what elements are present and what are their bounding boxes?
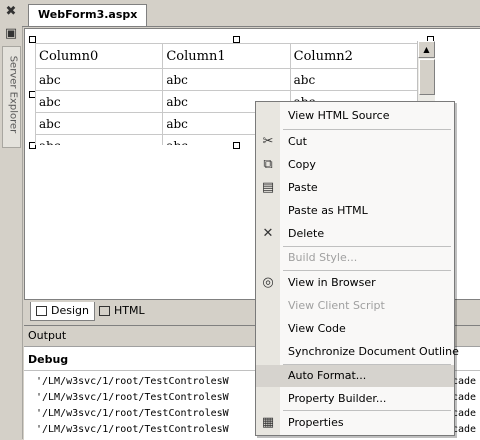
menu-item-view-html-source[interactable]: View HTML Source <box>256 105 454 127</box>
output-line: '/LM/w3svc/1/root/TestControlesW <box>36 424 229 435</box>
scroll-thumb[interactable] <box>419 59 435 95</box>
server-explorer-tab[interactable]: Server Explorer <box>2 46 21 148</box>
menu-item-label: Auto Format... <box>288 369 367 382</box>
output-line: '/LM/w3svc/1/root/TestControlesW <box>36 408 229 419</box>
menu-separator <box>283 270 451 271</box>
menu-item-synchronize-outline[interactable]: Synchronize Document Outline <box>256 341 459 363</box>
grid-header-cell: Column2 <box>289 43 418 69</box>
grid-header-cell: Column0 <box>35 43 164 69</box>
output-line: '/LM/w3svc/1/root/TestControlesW <box>36 392 229 403</box>
properties-icon: ▦ <box>261 415 275 430</box>
menu-item-label: View Code <box>288 322 346 335</box>
output-line-suffix: cade <box>452 408 477 419</box>
output-line-suffix: cade <box>452 392 477 403</box>
grid-cell: abc <box>35 112 164 135</box>
output-line: '/LM/w3svc/1/root/TestControlesW <box>36 376 229 387</box>
output-line-suffixes: cade cade cade cade <box>452 374 476 438</box>
delete-icon: ✕ <box>262 226 274 241</box>
menu-item-label: View Client Script <box>288 299 385 312</box>
copy-icon: ⧉ <box>263 157 273 172</box>
menu-item-label: View in Browser <box>288 276 376 289</box>
paste-icon: ▤ <box>261 180 275 195</box>
menu-item-label: Delete <box>288 227 325 240</box>
menu-item-auto-format[interactable]: Auto Format... <box>256 365 454 387</box>
menu-item-label: Cut <box>288 135 307 148</box>
server-explorer-label: Server Explorer <box>7 55 19 134</box>
output-line-suffix: cade <box>452 424 477 435</box>
server-explorer-icon[interactable]: ▣ <box>3 26 19 42</box>
menu-item-paste-as-html[interactable]: Paste as HTML <box>256 200 454 222</box>
grid-header-cell: Column1 <box>162 43 291 69</box>
menu-item-view-code[interactable]: View Code <box>256 318 454 340</box>
browser-icon: ◎ <box>262 275 274 290</box>
toolbox-strip: ✖ ▣ Server Explorer <box>0 0 23 439</box>
toolbox-icon[interactable]: ✖ <box>3 4 19 20</box>
menu-item-delete[interactable]: ✕ Delete <box>256 223 454 245</box>
menu-item-copy[interactable]: ⧉ Copy <box>256 154 454 176</box>
menu-item-label: Paste <box>288 181 318 194</box>
resize-handle[interactable] <box>29 36 36 43</box>
context-menu: View HTML Source ✂ Cut ⧉ Copy ▤ Paste Pa… <box>255 101 459 436</box>
menu-item-label: View HTML Source <box>288 109 390 122</box>
menu-item-paste[interactable]: ▤ Paste <box>256 177 454 199</box>
menu-item-properties[interactable]: ▦ Properties <box>256 412 454 434</box>
menu-item-build-style: Build Style... <box>256 247 454 269</box>
document-tab-bar: WebForm3.aspx <box>22 0 480 27</box>
html-icon <box>99 306 110 316</box>
menu-item-cut[interactable]: ✂ Cut <box>256 131 454 153</box>
menu-item-label: Build Style... <box>288 251 358 264</box>
tab-design[interactable]: Design <box>30 302 95 321</box>
menu-item-property-builder[interactable]: Property Builder... <box>256 388 454 410</box>
grid-cell: abc <box>289 68 418 91</box>
tab-webform3[interactable]: WebForm3.aspx <box>28 4 148 26</box>
resize-handle[interactable] <box>233 36 240 43</box>
output-line-suffix: cade <box>452 376 477 387</box>
grid-cell: abc <box>35 134 164 145</box>
scroll-up-icon[interactable]: ▲ <box>418 41 435 58</box>
grid-cell: abc <box>35 90 164 113</box>
grid-row: abc abc abc <box>35 68 418 91</box>
design-icon <box>36 306 47 316</box>
grid-header-row: Column0 Column1 Column2 <box>35 43 418 69</box>
tab-html[interactable]: HTML <box>94 302 150 320</box>
output-text[interactable]: '/LM/w3svc/1/root/TestControlesW '/LM/w3… <box>36 374 229 438</box>
menu-item-label: Properties <box>288 416 344 429</box>
scissors-icon: ✂ <box>262 134 274 149</box>
menu-item-label: Property Builder... <box>288 392 387 405</box>
menu-item-label: Paste as HTML <box>288 204 368 217</box>
menu-item-view-in-browser[interactable]: ◎ View in Browser <box>256 272 454 294</box>
menu-item-view-client-script: View Client Script <box>256 295 454 317</box>
menu-separator <box>283 410 451 411</box>
grid-cell: abc <box>162 68 291 91</box>
grid-cell: abc <box>35 68 164 91</box>
tab-design-label: Design <box>51 304 89 317</box>
menu-item-label: Synchronize Document Outline <box>288 345 459 358</box>
menu-separator <box>283 129 451 130</box>
tab-html-label: HTML <box>114 304 145 317</box>
menu-item-label: Copy <box>288 158 316 171</box>
